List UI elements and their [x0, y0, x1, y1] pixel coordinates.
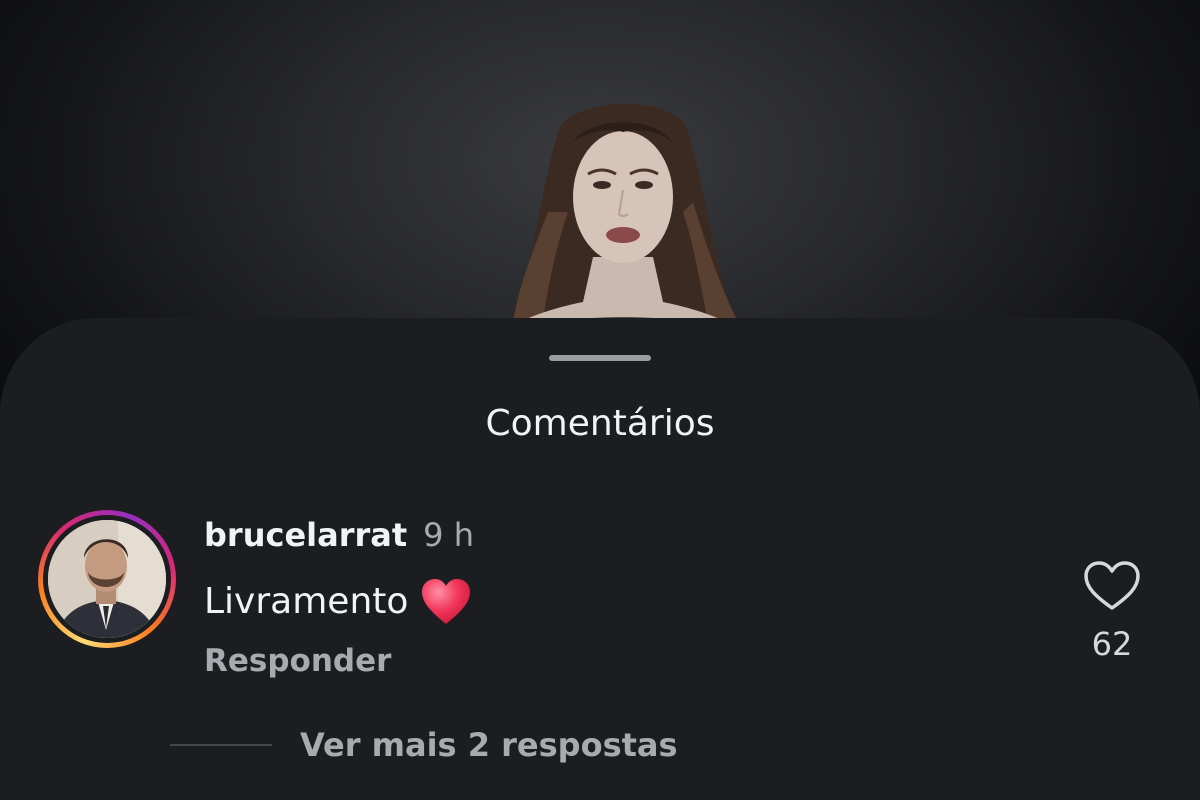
sheet-drag-handle[interactable] [549, 355, 651, 361]
video-person-image [503, 103, 743, 332]
heart-emoji [422, 579, 471, 624]
view-more-replies-button[interactable]: Ver mais 2 respostas [300, 724, 678, 766]
comment-body: Livramento [204, 578, 472, 626]
like-count: 62 [1091, 625, 1133, 663]
video-background[interactable] [0, 0, 1200, 360]
heart-outline-icon[interactable] [1082, 560, 1142, 612]
replies-divider-line [170, 744, 272, 746]
comment-text: Livramento [204, 581, 409, 622]
sheet-title: Comentários [485, 403, 715, 444]
user-avatar-story-ring[interactable] [38, 510, 176, 648]
comment-username[interactable]: brucelarrat [204, 515, 407, 555]
avatar-photo [48, 520, 166, 638]
app-screen: Comentários brucelarrat 9 h Livramento R… [0, 0, 1200, 800]
avatar [48, 520, 166, 638]
comment-header: brucelarrat 9 h [204, 515, 474, 559]
reply-button[interactable]: Responder [204, 641, 391, 681]
comment-timestamp: 9 h [423, 516, 474, 554]
